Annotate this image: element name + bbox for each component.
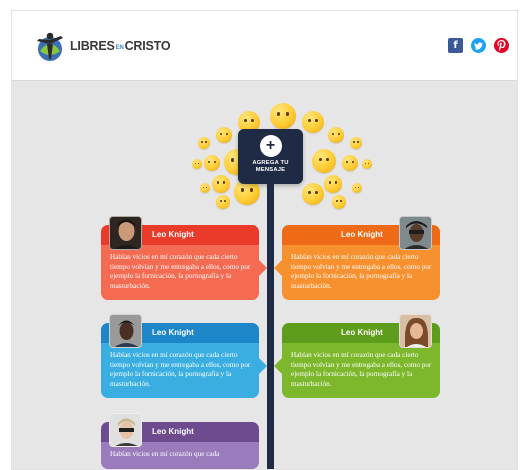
card-pointer xyxy=(274,358,282,374)
emoji-icon xyxy=(352,183,362,193)
logo-text: LIBRESENCRISTO xyxy=(70,39,171,53)
facebook-icon[interactable]: f xyxy=(448,38,463,53)
pinterest-icon[interactable] xyxy=(494,38,509,53)
emoji-icon xyxy=(212,175,230,193)
emoji-icon xyxy=(302,111,324,133)
emoji-icon xyxy=(216,127,232,143)
card-author-name: Leo Knight xyxy=(152,230,194,239)
testimonial-card[interactable]: Leo Knight Habían vicios en mí corazón q… xyxy=(101,216,267,300)
card-header: Leo Knight xyxy=(282,216,440,250)
card-author-name: Leo Knight xyxy=(152,328,194,337)
card-author-name: Leo Knight xyxy=(152,427,194,436)
avatar xyxy=(109,216,142,250)
testimonial-card[interactable]: Leo Knight Habían vicios en mí corazón q… xyxy=(274,216,440,300)
emoji-icon xyxy=(302,183,324,205)
emoji-icon xyxy=(198,137,210,149)
add-message-card[interactable]: + AGREGA TU MENSAJE xyxy=(238,129,303,184)
emoji-icon xyxy=(216,195,230,209)
card-author-name: Leo Knight xyxy=(341,328,383,337)
avatar xyxy=(399,216,432,250)
avatar xyxy=(109,413,142,447)
page-frame: LIBRESENCRISTO f + AGREGA TU MENSAJE Leo… xyxy=(11,10,518,470)
card-header: Leo Knight xyxy=(282,314,440,348)
card-pointer xyxy=(259,260,267,276)
card-pointer xyxy=(274,260,282,276)
emoji-icon xyxy=(342,155,358,171)
emoji-icon xyxy=(328,127,344,143)
emoji-icon xyxy=(362,159,372,169)
add-message-button[interactable]: + xyxy=(259,135,282,157)
card-message: Habían vicios en mí corazón que cada cie… xyxy=(282,343,440,398)
testimonial-card[interactable]: Leo Knight Habían vicios en mí corazón q… xyxy=(101,314,267,398)
twitter-icon[interactable] xyxy=(471,38,486,53)
emoji-icon xyxy=(332,195,346,209)
card-pointer xyxy=(259,358,267,374)
timeline-line xyxy=(267,184,274,469)
card-header: Leo Knight xyxy=(101,216,259,250)
testimonial-card[interactable]: Leo Knight Habían vicios en mí corazón q… xyxy=(101,413,259,469)
emoji-icon xyxy=(192,159,202,169)
site-logo[interactable]: LIBRESENCRISTO xyxy=(34,29,174,63)
card-header: Leo Knight xyxy=(101,413,259,447)
site-header: LIBRESENCRISTO f xyxy=(12,11,517,81)
emoji-icon xyxy=(324,175,342,193)
card-message: Habían vicios en mí corazón que cada cie… xyxy=(101,343,259,398)
emoji-icon xyxy=(270,103,296,129)
card-author-name: Leo Knight xyxy=(341,230,383,239)
card-message: Habían vicios en mí corazón que cada cie… xyxy=(282,245,440,300)
testimonial-card[interactable]: Leo Knight Habían vicios en mí corazón q… xyxy=(274,314,440,398)
avatar xyxy=(109,314,142,348)
add-message-label: AGREGA TU MENSAJE xyxy=(252,160,289,173)
card-header: Leo Knight xyxy=(101,314,259,348)
emoji-icon xyxy=(350,137,362,149)
card-message: Habían vicios en mí corazón que cada cie… xyxy=(101,245,259,300)
emoji-icon xyxy=(200,183,210,193)
avatar xyxy=(399,314,432,348)
logo-figure-icon xyxy=(34,29,66,63)
emoji-icon xyxy=(204,155,220,171)
emoji-icon xyxy=(312,149,336,173)
social-links: f xyxy=(448,38,509,53)
